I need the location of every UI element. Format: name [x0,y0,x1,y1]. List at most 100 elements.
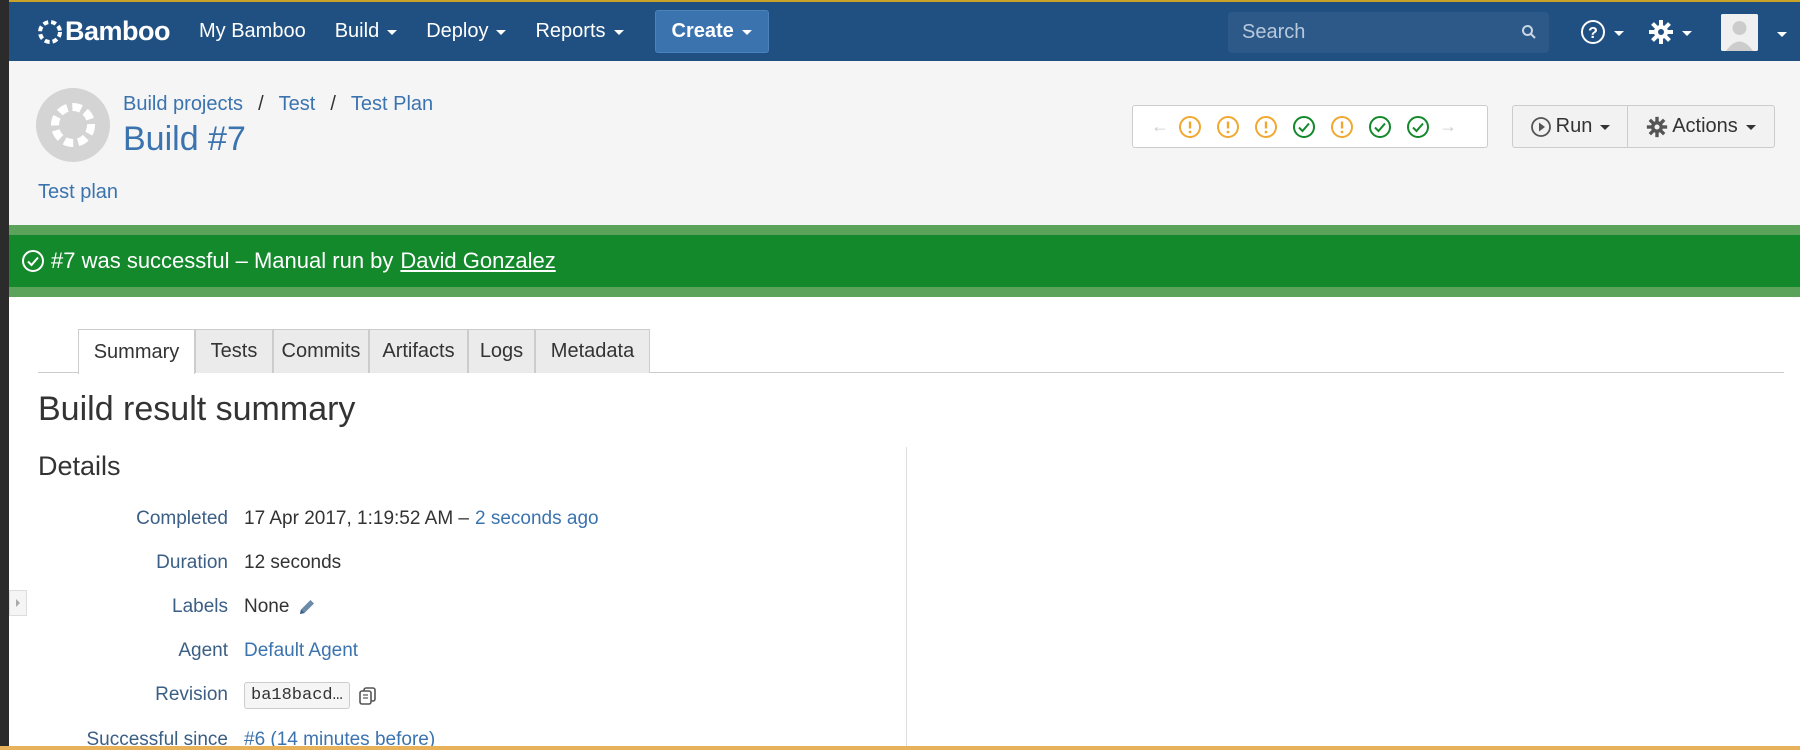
admin-menu[interactable] [1648,19,1692,45]
caret-down-icon [1614,30,1624,36]
warning-icon [1331,115,1353,138]
caret-down-icon [496,30,507,35]
bamboo-app: Bamboo My Bamboo Build Deploy Reports Cr… [9,0,1800,750]
success-check-icon [1369,115,1391,138]
caret-down-icon [387,30,398,35]
build-history-success-4[interactable] [1285,115,1323,139]
column-divider [906,447,907,750]
build-status-banner: #7 was successful – Manual run by David … [9,225,1800,297]
create-button-label: Create [671,20,734,42]
build-history-success-7[interactable] [1399,115,1437,139]
project-avatar-icon [51,103,95,147]
breadcrumb-plan[interactable]: Test Plan [351,93,433,116]
search-box [1228,12,1549,53]
previous-build-arrow-icon[interactable]: ← [1149,116,1171,137]
caret-down-icon [1600,125,1611,130]
search-input[interactable] [1242,21,1502,44]
gear-icon [1649,20,1673,44]
bamboo-logo-icon [38,19,62,44]
plan-description: Test plan [38,181,119,203]
breadcrumb-build-projects[interactable]: Build projects [123,93,243,116]
top-nav: Bamboo My Bamboo Build Deploy Reports Cr… [9,0,1800,61]
detail-row-duration: Duration 12 seconds [9,552,341,574]
success-check-icon [21,249,45,273]
nav-build-label: Build [334,20,380,42]
status-text: #7 was successful – Manual run by [51,248,394,273]
help-icon: ? [1581,20,1605,44]
build-history-warning-3[interactable] [1247,115,1285,139]
play-icon [1530,116,1551,137]
project-avatar [36,88,110,162]
nav-my-bamboo[interactable]: My Bamboo [199,20,306,43]
section-title: Build result summary [38,390,356,428]
triggering-user-link[interactable]: David Gonzalez [400,248,555,274]
tab-commits[interactable]: Commits [273,329,369,373]
breadcrumb-separator: / [258,93,264,115]
nav-reports[interactable]: Reports [535,20,624,43]
page-title[interactable]: Build #7 [123,120,246,159]
nav-my-bamboo-label: My Bamboo [199,20,306,42]
create-button[interactable]: Create [654,10,769,53]
run-button[interactable]: Run [1512,105,1628,148]
labels-label: Labels [172,596,228,617]
details-heading: Details [38,451,121,481]
warning-icon [1255,115,1277,138]
search-icon[interactable] [1521,24,1537,40]
agent-link[interactable]: Default Agent [244,640,358,662]
gear-icon [1647,116,1668,137]
sidebar-toggle[interactable] [9,590,27,616]
nav-build[interactable]: Build [334,20,398,43]
revision-label: Revision [155,684,228,705]
build-history-warning-2[interactable] [1209,115,1247,139]
breadcrumb-project[interactable]: Test [279,93,316,116]
completed-value: 17 Apr 2017, 1:19:52 AM – [244,508,470,529]
svg-text:?: ? [1588,25,1598,42]
tab-artifacts[interactable]: Artifacts [369,329,468,373]
duration-label: Duration [156,552,228,573]
next-build-arrow-icon[interactable]: → [1437,116,1459,137]
copy-icon[interactable] [358,686,378,706]
run-button-label: Run [1555,115,1593,137]
completed-ago-link[interactable]: 2 seconds ago [475,508,599,530]
success-check-icon [1293,115,1315,138]
completed-label: Completed [136,508,228,529]
bamboo-logo[interactable]: Bamboo [37,16,171,47]
build-history-warning-5[interactable] [1323,115,1361,139]
nav-deploy-label: Deploy [426,20,489,42]
help-menu[interactable]: ? [1580,19,1624,45]
edit-pencil-icon[interactable] [297,597,317,617]
caret-down-icon [741,30,752,35]
main-content: Summary Tests Commits Artifacts Logs Met… [9,297,1800,750]
detail-row-revision: Revision ba18bacd… [9,682,378,709]
tab-logs[interactable]: Logs [468,329,535,373]
nav-deploy[interactable]: Deploy [426,20,507,43]
nav-reports-label: Reports [535,20,606,42]
warning-icon [1179,115,1201,138]
caret-down-icon[interactable] [1777,32,1787,37]
actions-button-label: Actions [1672,115,1738,137]
chevron-right-icon [16,599,20,607]
user-avatar[interactable] [1721,14,1758,51]
tab-metadata[interactable]: Metadata [535,329,650,373]
caret-down-icon [1745,125,1756,130]
tab-summary[interactable]: Summary [78,329,195,374]
logo-text: Bamboo [65,16,171,46]
breadcrumb: Build projects / Test / Test Plan [123,93,433,116]
bottom-edge-line [0,746,1800,750]
build-history: ← → [1132,105,1488,148]
duration-value: 12 seconds [244,552,342,573]
revision-value[interactable]: ba18bacd… [244,682,350,709]
agent-label: Agent [178,640,228,661]
breadcrumb-separator: / [330,93,336,115]
caret-down-icon [1682,30,1692,36]
build-history-warning-1[interactable] [1171,115,1209,139]
user-avatar-icon [1721,14,1758,51]
detail-row-agent: Agent Default Agent [9,640,358,662]
tab-tests[interactable]: Tests [195,329,273,373]
caret-down-icon [613,30,624,35]
actions-button[interactable]: Actions [1627,105,1775,148]
build-history-success-6[interactable] [1361,115,1399,139]
result-tabs: Summary Tests Commits Artifacts Logs Met… [38,329,1784,374]
success-check-icon [1407,115,1429,138]
detail-row-completed: Completed 17 Apr 2017, 1:19:52 AM – 2 se… [9,508,599,530]
